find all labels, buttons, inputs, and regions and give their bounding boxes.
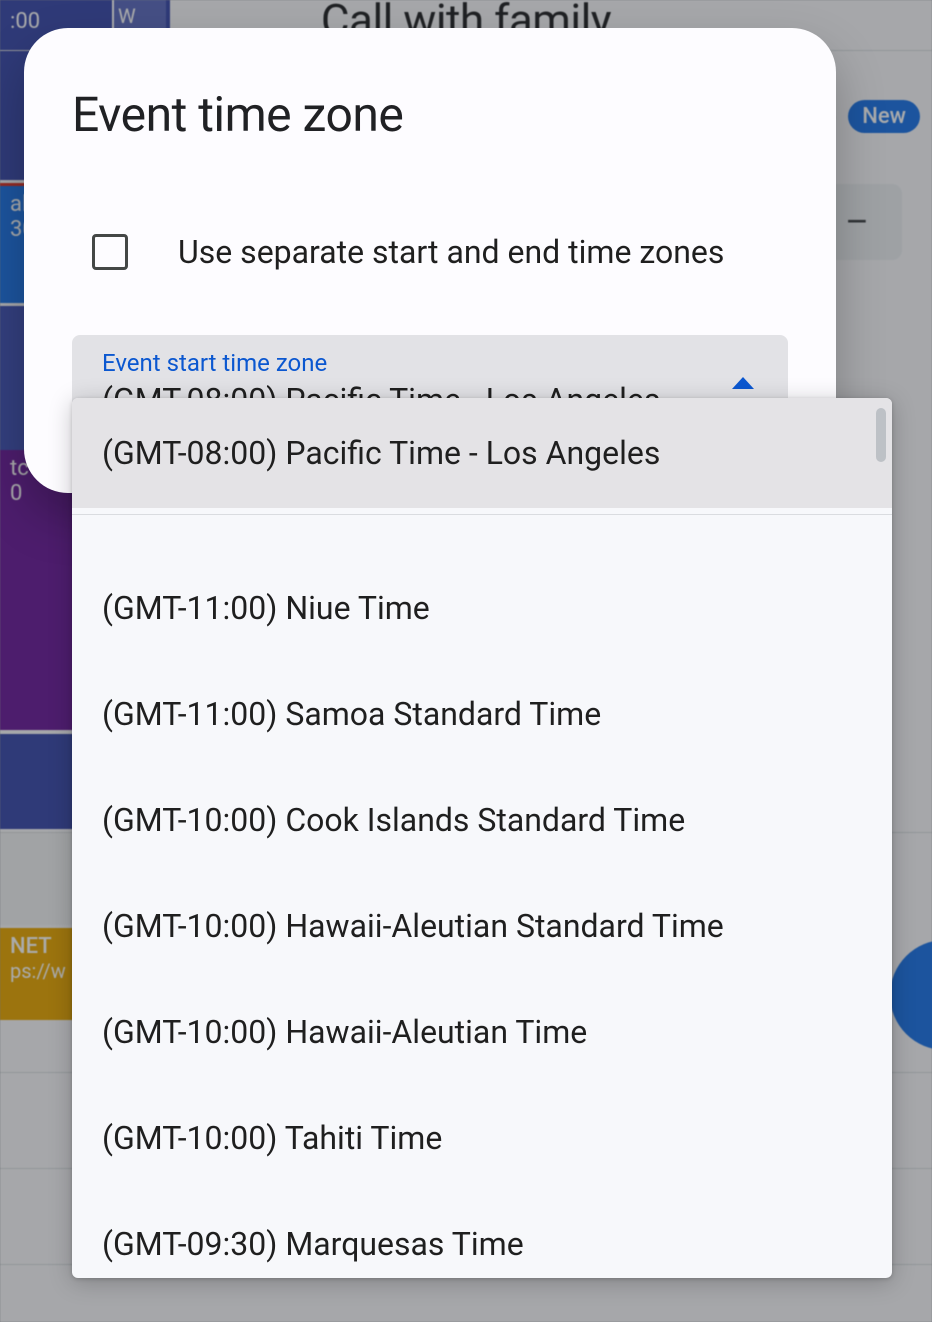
dialog-title: Event time zone: [24, 86, 836, 143]
scrollbar-thumb[interactable]: [876, 408, 886, 462]
separate-timezones-row[interactable]: Use separate start and end time zones: [24, 233, 836, 271]
separate-timezones-label: Use separate start and end time zones: [178, 233, 724, 271]
start-timezone-select-label: Event start time zone: [102, 349, 764, 377]
dropdown-divider: [72, 514, 892, 515]
timezone-option[interactable]: (GMT-10:00) Hawaii-Aleutian Time: [72, 979, 892, 1085]
timezone-option[interactable]: (GMT-09:30) Marquesas Time: [72, 1191, 892, 1278]
timezone-dropdown[interactable]: (GMT-08:00) Pacific Time - Los Angeles (…: [72, 398, 892, 1278]
timezone-option[interactable]: (GMT-11:00) Niue Time: [72, 555, 892, 661]
timezone-option-selected[interactable]: (GMT-08:00) Pacific Time - Los Angeles: [72, 398, 892, 508]
timezone-option[interactable]: (GMT-11:00) Samoa Standard Time: [72, 661, 892, 767]
timezone-option[interactable]: (GMT-10:00) Cook Islands Standard Time: [72, 767, 892, 873]
separate-timezones-checkbox[interactable]: [92, 234, 128, 270]
chevron-up-icon: [732, 377, 754, 389]
timezone-option[interactable]: (GMT-10:00) Hawaii-Aleutian Standard Tim…: [72, 873, 892, 979]
timezone-option[interactable]: (GMT-10:00) Tahiti Time: [72, 1085, 892, 1191]
dropdown-spacer: [72, 521, 892, 555]
